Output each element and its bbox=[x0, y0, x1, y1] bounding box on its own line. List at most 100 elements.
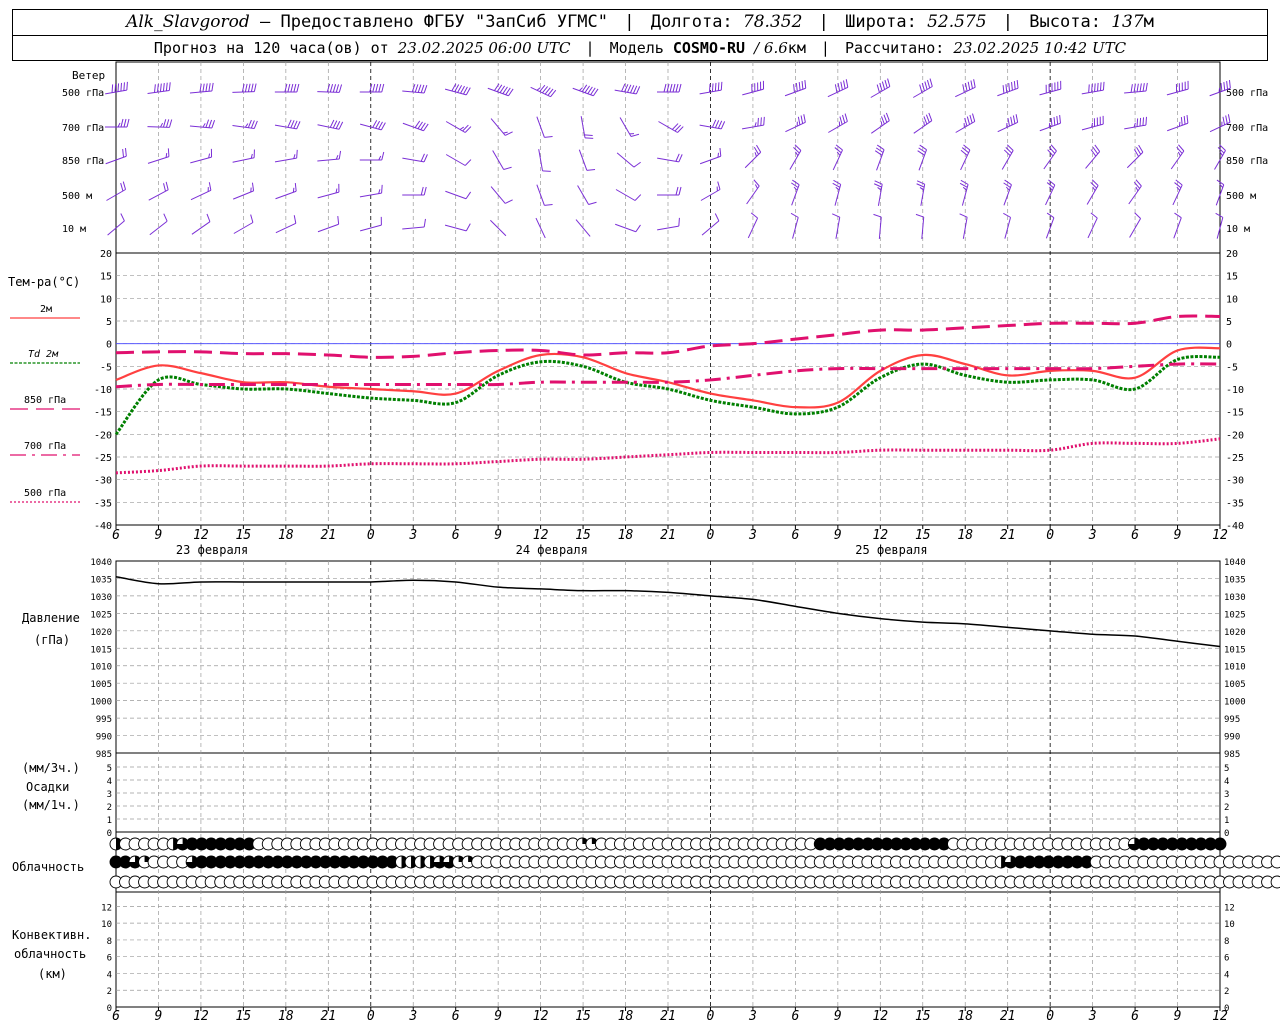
wind-barb-feather bbox=[1012, 115, 1016, 124]
wind-barb bbox=[1126, 144, 1144, 169]
wind-barb bbox=[1043, 144, 1057, 170]
wind-barb-feather bbox=[835, 186, 840, 191]
wind-barb bbox=[960, 144, 971, 171]
lower-time-label: 6 bbox=[452, 1009, 460, 1024]
wind-barb-feather bbox=[126, 118, 130, 128]
wind-barb-feather bbox=[247, 83, 251, 92]
wind-barb-feather bbox=[253, 120, 258, 129]
wind-barb-feather bbox=[420, 84, 425, 93]
wind-barb bbox=[232, 182, 255, 200]
wind-barb-feather bbox=[122, 149, 125, 158]
wind-barb-feather bbox=[423, 85, 428, 94]
wind-barb-feather bbox=[1133, 83, 1136, 93]
wind-barb bbox=[147, 82, 171, 95]
wind-barb-feather bbox=[964, 82, 968, 92]
wind-barb-feather bbox=[1183, 116, 1186, 125]
temp-ytick-right: 10 bbox=[1226, 294, 1238, 305]
wind-barb-feather bbox=[1099, 82, 1102, 91]
wind-barb bbox=[233, 214, 254, 234]
temp-ytick-right: 0 bbox=[1226, 340, 1232, 351]
upper-time-label: 3 bbox=[1088, 528, 1097, 543]
wind-barb bbox=[747, 212, 759, 239]
wind-barb-feather bbox=[1139, 117, 1142, 127]
wind-barb-feather bbox=[1088, 84, 1090, 93]
wind-barb bbox=[616, 152, 641, 168]
wind-barb-feather bbox=[1187, 80, 1189, 90]
wind-barb bbox=[1128, 179, 1142, 205]
wind-barb-feather bbox=[1136, 118, 1139, 127]
wind-barb-feather bbox=[329, 84, 334, 93]
pressure-ytick-right: 990 bbox=[1224, 733, 1240, 743]
wind-barb-feather bbox=[1054, 82, 1056, 91]
wind-barb-feather bbox=[1056, 116, 1059, 125]
wind-barb-feather bbox=[714, 120, 720, 129]
temp-legend-label: 2м bbox=[40, 304, 52, 315]
wind-barb-feather bbox=[1060, 80, 1062, 90]
wind-barb-shaft bbox=[535, 217, 546, 239]
wind-barb-feather bbox=[714, 82, 717, 92]
wind-barb-feather bbox=[1010, 116, 1013, 125]
wind-barb bbox=[105, 118, 130, 128]
wind-barb-feather bbox=[120, 82, 123, 92]
wind-barb-feather bbox=[1094, 83, 1096, 92]
wind-barb-feather bbox=[290, 120, 295, 129]
temp-ytick-left: 20 bbox=[100, 249, 112, 260]
wind-level-label-left: 850 гПа bbox=[62, 156, 104, 167]
wind-barb bbox=[492, 150, 512, 171]
wind-barb-feather bbox=[380, 216, 382, 226]
upper-time-label: 15 bbox=[915, 528, 931, 543]
upper-time-label: 6 bbox=[1131, 528, 1139, 543]
wind-barb-feather bbox=[1145, 82, 1148, 92]
wind-barb bbox=[148, 181, 169, 201]
temp-ytick-left: -25 bbox=[94, 453, 112, 464]
wind-barb-feather bbox=[970, 80, 973, 89]
wind-barb-feather bbox=[1099, 116, 1101, 125]
wind-barb-feather bbox=[678, 154, 683, 163]
wind-barb-feather bbox=[296, 149, 298, 159]
wind-barb-feather bbox=[250, 83, 254, 92]
lower-time-label: 18 bbox=[278, 1009, 294, 1024]
lower-time-label: 0 bbox=[367, 1009, 375, 1024]
wind-barb-feather bbox=[627, 84, 632, 93]
wind-barb-shaft bbox=[921, 216, 925, 240]
temp-title: Тем-ра(°С) bbox=[8, 275, 80, 289]
wind-barb-feather bbox=[669, 83, 673, 93]
wind-barb-feather bbox=[678, 83, 682, 93]
upper-time-label: 6 bbox=[452, 528, 460, 543]
pressure-ytick-left: 1005 bbox=[90, 680, 112, 690]
wind-barb-shaft bbox=[1167, 122, 1189, 132]
wind-barb bbox=[827, 79, 849, 98]
wind-barb-feather bbox=[1145, 116, 1147, 126]
wind-barb-feather bbox=[162, 83, 165, 92]
upper-time-label: 3 bbox=[408, 528, 417, 543]
wind-level-label-right: 10 м bbox=[1226, 224, 1250, 235]
precip-ytick-right: 0 bbox=[1224, 829, 1229, 839]
wind-barb-feather bbox=[711, 119, 717, 128]
wind-barb-feather bbox=[294, 182, 297, 192]
temp-ytick-right: 15 bbox=[1226, 272, 1238, 283]
wind-barb-shaft bbox=[955, 86, 976, 98]
wind-barb-feather bbox=[1180, 117, 1183, 126]
wind-barb-feather bbox=[672, 83, 676, 93]
conv-ytick-right: 6 bbox=[1224, 954, 1229, 964]
wind-barb bbox=[828, 113, 848, 133]
cloud-title: Облачность bbox=[12, 860, 84, 874]
wind-barb-feather bbox=[375, 83, 379, 93]
wind-barb-shaft bbox=[1173, 217, 1182, 239]
wind-barb-feather bbox=[1142, 83, 1145, 92]
wind-barb-feather bbox=[160, 122, 164, 128]
wind-barb-feather bbox=[1102, 115, 1104, 125]
temp-ytick-left: 15 bbox=[100, 272, 112, 283]
wind-barb-feather bbox=[750, 212, 758, 219]
wind-barb-feather bbox=[117, 122, 121, 128]
wind-barb-feather bbox=[423, 218, 426, 228]
temp-ytick-left: -30 bbox=[94, 476, 112, 487]
pressure-ytick-right: 1040 bbox=[1224, 558, 1246, 568]
wind-barb-feather bbox=[423, 154, 428, 163]
upper-time-label: 21 bbox=[660, 528, 676, 543]
wind-barb bbox=[873, 213, 882, 240]
wind-barb-feather bbox=[717, 120, 723, 129]
wind-barb-feather bbox=[1135, 179, 1142, 187]
wind-barb-feather bbox=[1142, 117, 1145, 126]
pressure-ytick-right: 995 bbox=[1224, 715, 1240, 725]
